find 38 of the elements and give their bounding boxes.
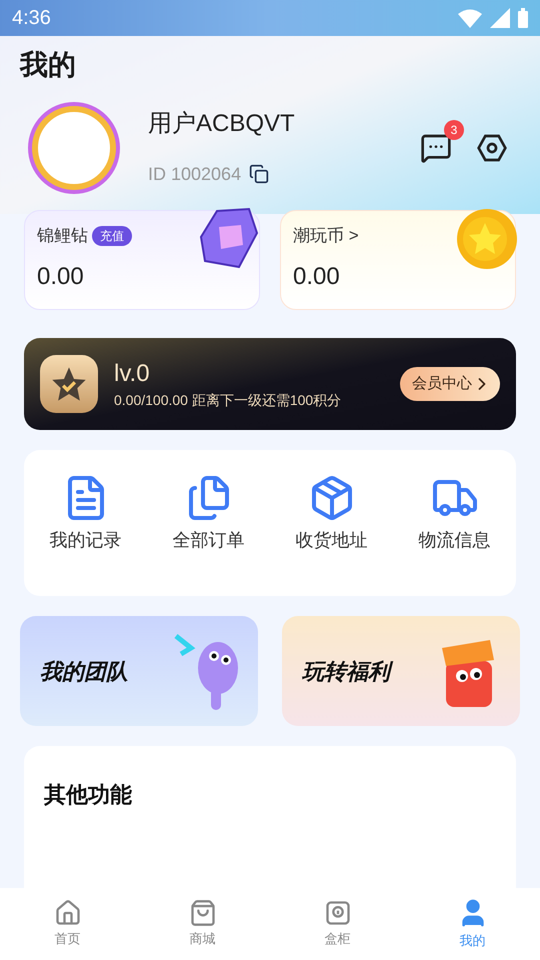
nav-tab[interactable]: 盒柜: [270, 899, 405, 949]
wallet-card[interactable]: 潮玩币 > 0.00: [280, 210, 516, 310]
wallet-card[interactable]: 锦鲤钻 充值 0.00: [24, 210, 260, 310]
shortcut-item[interactable]: 我的记录: [24, 474, 147, 554]
bag-icon: [188, 899, 216, 928]
banner-title: 我的团队: [40, 658, 128, 686]
status-time: 4:36: [12, 6, 51, 31]
settings-icon[interactable]: [476, 132, 508, 164]
member-center-button[interactable]: 会员中心: [400, 366, 500, 402]
unread-badge: 3: [444, 120, 464, 140]
message-icon[interactable]: [420, 132, 452, 164]
promo-banner[interactable]: 玩转福利: [282, 616, 520, 726]
shortcut-item[interactable]: 物流信息: [393, 474, 516, 554]
wallet-label: 潮玩币 >: [293, 225, 359, 247]
wifi-icon: [458, 8, 482, 28]
user-id: ID 1002064: [148, 163, 242, 186]
page-title: 我的: [18, 48, 77, 82]
shortcut-item[interactable]: 收货地址: [270, 474, 393, 554]
level-progress-text: 0.00/100.00 距离下一级还需100积分: [114, 391, 342, 410]
recharge-tag[interactable]: 充值: [92, 226, 132, 246]
promo-banner[interactable]: 我的团队: [20, 616, 258, 726]
gem-icon: [199, 207, 259, 271]
coin-icon: [455, 207, 519, 271]
lock-box-icon: [324, 899, 352, 928]
wallet-value: 0.00: [37, 262, 85, 292]
battery-icon: [518, 8, 528, 28]
section-title: 其他功能: [44, 782, 132, 807]
shortcut-item[interactable]: 全部订单: [147, 474, 270, 554]
star-badge-icon: [40, 355, 98, 413]
user-name: 用户ACBQVT: [148, 109, 296, 139]
copy-icon[interactable]: [249, 164, 270, 184]
nav-tab[interactable]: 首页: [0, 899, 135, 949]
home-icon: [54, 899, 82, 928]
member-level: lv.0: [114, 359, 151, 389]
nav-tab[interactable]: 商城: [135, 899, 270, 949]
signal-icon: [490, 8, 510, 28]
wallet-value: 0.00: [293, 262, 341, 292]
wallet-label: 锦鲤钻: [37, 225, 88, 247]
